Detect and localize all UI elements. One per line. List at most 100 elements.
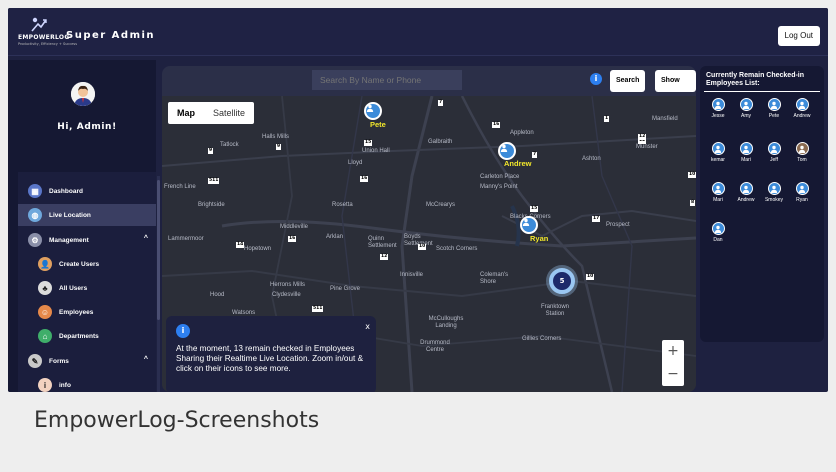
sidebar-item-employees[interactable]: ☺ Employees [18, 301, 156, 323]
employee-list-item[interactable]: kemar [706, 142, 730, 163]
person-icon [739, 182, 753, 195]
map-place-label: Galbraith [428, 139, 453, 145]
employee-name: Mari [741, 157, 751, 163]
logo-mark-icon [31, 17, 47, 32]
globe-icon: ◍ [28, 208, 42, 222]
map-place-label: Brightside [198, 202, 225, 208]
map-place-label: Carleton Place [480, 174, 520, 180]
info-message: At the moment, 13 remain checked in Empl… [176, 344, 364, 373]
show-all-button[interactable]: Show All [655, 70, 696, 106]
pin-label: Andrew [504, 159, 532, 168]
map-place-label: French Line [164, 184, 196, 190]
map-place-label: McCrearys [426, 202, 456, 208]
sidebar-item-departments[interactable]: ⌂ Departments [18, 325, 156, 347]
road-number-badge: 1 [604, 116, 610, 122]
map-canvas[interactable]: Map Satellite Halls Mills Tatlock Union … [162, 96, 696, 392]
employee-pin-pete[interactable] [364, 102, 382, 120]
employee-list-item[interactable]: Mari [706, 182, 730, 203]
map-place-label: Manny's Point [480, 184, 518, 190]
sidebar-item-dashboard[interactable]: ▦ Dashboard [18, 180, 156, 202]
road-number-badge: 7 [438, 100, 444, 106]
app-frame: EMPOWERLOG Productivity, Efficiency + Su… [8, 8, 828, 392]
person-icon [500, 144, 508, 152]
panel-title: Currently Remain Checked-in Employees Li… [706, 72, 805, 87]
sidebar-item-all-users[interactable]: ♣ All Users [18, 277, 156, 299]
employee-pin-ryan[interactable] [520, 216, 538, 234]
sidebar-item-label: Management [49, 236, 89, 244]
sidebar-item-management[interactable]: ⚙ Management ^ [18, 229, 156, 251]
sidebar-item-live-location[interactable]: ◍ Live Location [18, 204, 156, 226]
sidebar-item-label: Departments [59, 332, 99, 340]
info-icon: i [38, 378, 52, 392]
map-place-label: McCulloughs Landing [428, 316, 464, 329]
map-type-satellite-button[interactable]: Satellite [204, 102, 254, 124]
employee-name: Andrew [793, 113, 811, 119]
logout-button[interactable]: Log Out [777, 26, 820, 46]
road-number-badge: 10 [586, 274, 595, 280]
employee-list-item[interactable]: Dan [706, 222, 730, 243]
info-popup: i x At the moment, 13 remain checked in … [166, 316, 376, 392]
map-place-label: Appleton [510, 130, 534, 136]
road-number-badge: 9 [208, 148, 214, 154]
map-panel: i Search Show All Map Satellite [162, 66, 696, 392]
road-number-badge: 16 [288, 236, 297, 242]
map-place-label: Arklan [326, 234, 344, 240]
sidebar-item-label: Create Users [59, 260, 100, 268]
top-bar: EMPOWERLOG Productivity, Efficiency + Su… [8, 8, 828, 56]
logo-name: EMPOWERLOG [18, 34, 70, 41]
employee-name: Tom [797, 157, 807, 163]
greeting: Hi, Admin! [57, 122, 117, 132]
employee-name: Pete [768, 113, 780, 119]
zoom-in-button[interactable]: + [662, 340, 684, 363]
employee-pin-andrew[interactable] [498, 142, 516, 160]
employee-list-item[interactable]: Ryan [790, 182, 814, 203]
avatar [71, 82, 95, 106]
road-number-badge: 17 [592, 216, 601, 222]
map-place-label: Quinn Settlement [368, 236, 397, 249]
employee-list-item[interactable]: Andrew [734, 182, 758, 203]
map-place-label: Drummond Centre [420, 340, 450, 353]
employee-list-item[interactable]: Amy [734, 98, 758, 119]
map-place-label: Union Hall [362, 148, 390, 154]
employee-list-item[interactable]: Pete [762, 98, 786, 119]
search-button[interactable]: Search [610, 70, 646, 92]
employee-name: Amy [741, 113, 751, 119]
employee-list-item[interactable]: Mari [734, 142, 758, 163]
profile-card: Hi, Admin! [18, 60, 156, 156]
sidebar-item-info[interactable]: i info [18, 374, 156, 392]
close-icon[interactable]: x [365, 322, 370, 331]
map-place-label: Lammermoor [168, 236, 204, 242]
employee-cluster-marker[interactable]: 5 [549, 268, 575, 294]
divider [704, 91, 820, 92]
person-icon [767, 182, 781, 195]
road-number-badge: 15 [530, 206, 539, 212]
pin-label: Ryan [530, 234, 549, 243]
road-number-badge: 10 [688, 172, 696, 178]
map-place-label: Innisville [400, 272, 424, 278]
info-icon[interactable]: i [590, 73, 602, 85]
employee-list-item[interactable]: Tom [790, 142, 814, 163]
sidebar-item-forms[interactable]: ✎ Forms ^ [18, 350, 156, 372]
chevron-up-icon[interactable]: ^ [144, 235, 148, 242]
road-number-badge: 9 [276, 144, 282, 150]
sidebar-item-label: All Users [59, 284, 88, 292]
chevron-up-icon[interactable]: ^ [144, 356, 148, 363]
person-icon [711, 182, 725, 195]
map-type-map-button[interactable]: Map [168, 102, 204, 124]
pin-label: Pete [370, 120, 386, 129]
map-type-toggle: Map Satellite [168, 102, 255, 124]
map-place-label: Lloyd [348, 160, 363, 166]
search-input[interactable] [312, 70, 462, 90]
employee-list-item[interactable]: Jeff [762, 142, 786, 163]
map-place-label: Coleman's Shore [480, 272, 509, 285]
employee-list-item[interactable]: Smokey [762, 182, 786, 203]
employee-list-item[interactable]: Andrew [790, 98, 814, 119]
zoom-out-button[interactable]: − [662, 363, 684, 386]
dashboard-icon: ▦ [28, 184, 42, 198]
sidebar-item-create-users[interactable]: 👤 Create Users [18, 253, 156, 275]
sidebar-scrollbar-thumb[interactable] [157, 180, 160, 320]
admin-avatar-icon [71, 82, 95, 106]
person-icon [366, 104, 374, 112]
employee-list-item[interactable]: Jesse [706, 98, 730, 119]
employee-name: kemar [711, 157, 725, 163]
